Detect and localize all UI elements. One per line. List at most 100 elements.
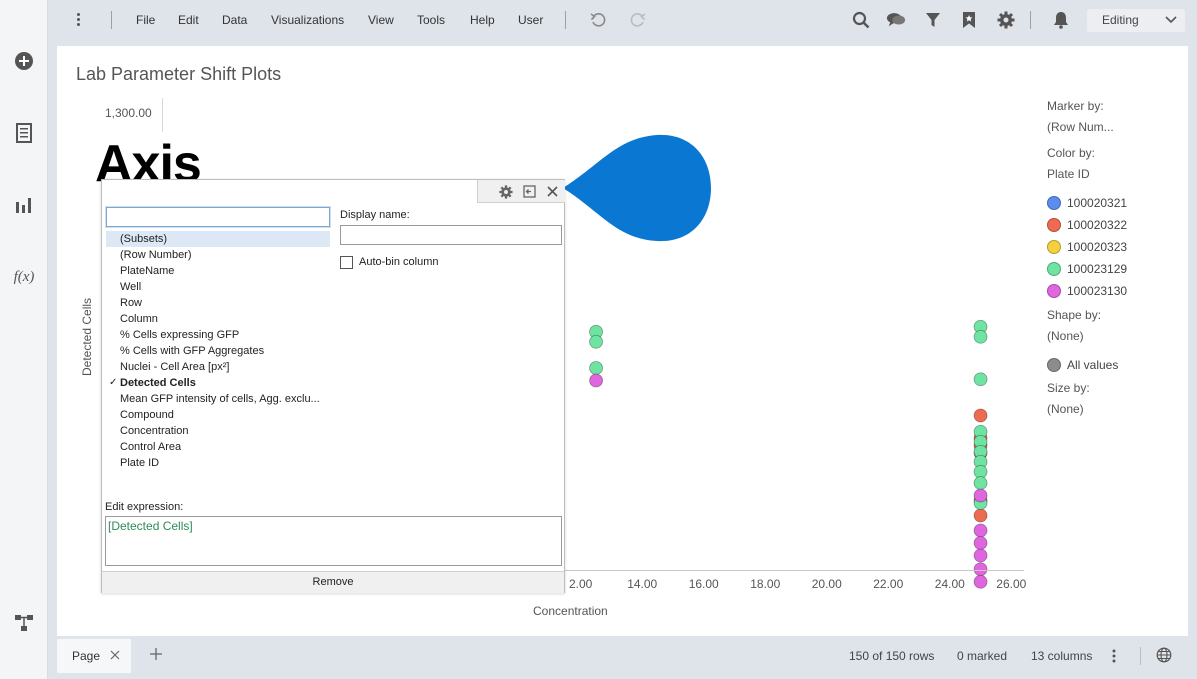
column-list-item[interactable]: Mean GFP intensity of cells, Agg. exclu.… xyxy=(106,391,330,407)
column-list-item[interactable]: ✓ Detected Cells xyxy=(106,375,330,391)
menu-user[interactable]: User xyxy=(518,13,543,27)
scatter-point[interactable] xyxy=(973,434,988,449)
x-tick-label: 18.00 xyxy=(750,577,781,591)
menu-view[interactable]: View xyxy=(368,13,394,27)
marker-by-label: Marker by: xyxy=(1047,99,1104,113)
scatter-point[interactable] xyxy=(973,536,988,550)
add-page-icon[interactable] xyxy=(149,647,163,661)
legend-item[interactable]: 100020321 xyxy=(1047,192,1182,214)
column-list-item[interactable]: % Cells with GFP Aggregates xyxy=(106,343,330,359)
menu-tools[interactable]: Tools xyxy=(417,13,445,27)
column-list-item[interactable]: Concentration xyxy=(106,423,330,439)
redo-icon[interactable] xyxy=(628,10,648,30)
scatter-point[interactable] xyxy=(589,361,603,375)
data-flow-icon[interactable] xyxy=(12,611,36,635)
x-axis-label[interactable]: Concentration xyxy=(533,604,608,618)
close-icon[interactable] xyxy=(109,649,121,661)
column-list-item[interactable]: Well xyxy=(106,279,330,295)
scatter-point[interactable] xyxy=(973,493,988,508)
notifications-icon[interactable] xyxy=(1051,10,1071,30)
add-icon[interactable] xyxy=(12,49,36,73)
more-options-icon[interactable] xyxy=(1111,648,1119,664)
auto-bin-checkbox[interactable] xyxy=(340,256,353,269)
column-list-item-label: Row xyxy=(120,297,143,309)
scatter-point[interactable] xyxy=(973,319,988,334)
scatter-point[interactable] xyxy=(973,476,988,490)
search-icon[interactable] xyxy=(851,10,871,30)
column-list-item[interactable]: Column xyxy=(106,311,330,327)
scatter-point[interactable] xyxy=(973,372,988,387)
expression-editor[interactable]: [Detected Cells] xyxy=(105,516,562,566)
settings-icon[interactable] xyxy=(498,184,513,199)
scatter-point[interactable] xyxy=(973,523,988,538)
shape-by-label: Shape by: xyxy=(1047,308,1102,322)
filter-icon[interactable] xyxy=(923,10,943,30)
scatter-point[interactable] xyxy=(973,438,988,453)
legend-item[interactable]: 100023130 xyxy=(1047,280,1182,302)
undo-icon[interactable] xyxy=(588,10,608,30)
display-name-input[interactable] xyxy=(340,225,562,245)
menu-file[interactable]: File xyxy=(136,13,155,27)
menu-separator xyxy=(111,11,112,29)
column-list-item[interactable]: Compound xyxy=(106,407,330,423)
legend-item[interactable]: 100023129 xyxy=(1047,258,1182,280)
gear-icon[interactable] xyxy=(996,10,1016,30)
scatter-point[interactable] xyxy=(973,508,988,523)
scatter-point[interactable] xyxy=(973,424,988,439)
scatter-point[interactable] xyxy=(589,324,603,339)
legend-item[interactable]: 100020322 xyxy=(1047,214,1182,236)
menu-visualizations[interactable]: Visualizations xyxy=(271,13,344,27)
scatter-point[interactable] xyxy=(589,373,603,388)
remove-button[interactable]: Remove xyxy=(102,571,564,593)
column-list-item-label: Nuclei - Cell Area [px²] xyxy=(120,361,230,373)
app-menu-icon[interactable] xyxy=(74,12,82,28)
check-icon: ✓ xyxy=(109,377,118,388)
scatter-point[interactable] xyxy=(589,334,603,349)
column-list-item[interactable]: (Row Number) xyxy=(106,247,330,263)
menu-edit[interactable]: Edit xyxy=(178,13,199,27)
scatter-point[interactable] xyxy=(973,548,988,563)
row-count: 150 of 150 rows xyxy=(849,649,935,663)
scatter-point[interactable] xyxy=(973,444,988,459)
close-icon[interactable] xyxy=(545,184,560,199)
scatter-point[interactable] xyxy=(973,574,988,589)
data-table-icon[interactable] xyxy=(12,121,36,145)
scatter-point[interactable] xyxy=(973,454,988,469)
column-list-item[interactable]: Row xyxy=(106,295,330,311)
legend-item-all-values[interactable]: All values xyxy=(1047,354,1182,376)
marker-by-value[interactable]: (Row Num... xyxy=(1047,119,1182,145)
bookmark-icon[interactable] xyxy=(959,10,979,30)
menu-data[interactable]: Data xyxy=(222,13,247,27)
page-tab[interactable]: Page xyxy=(57,639,131,673)
legend-label: 100023129 xyxy=(1067,262,1128,276)
scatter-point[interactable] xyxy=(973,496,988,510)
scatter-point[interactable] xyxy=(973,431,988,445)
menu-help[interactable]: Help xyxy=(470,13,495,27)
function-icon[interactable]: f(x) xyxy=(12,265,36,289)
column-list-item[interactable]: PlateName xyxy=(106,263,330,279)
color-by-value[interactable]: Plate ID xyxy=(1047,166,1182,192)
page-tab-label: Page xyxy=(72,649,101,663)
globe-icon[interactable] xyxy=(1156,647,1172,666)
column-list-item[interactable]: Plate ID xyxy=(106,455,330,471)
column-search-input[interactable] xyxy=(105,206,331,228)
scatter-point[interactable] xyxy=(973,329,988,344)
column-list-item-label: Concentration xyxy=(120,425,189,437)
y-axis-label[interactable]: Detected Cells xyxy=(80,298,94,376)
scatter-point[interactable] xyxy=(973,488,988,503)
bar-chart-icon[interactable] xyxy=(12,193,36,217)
scatter-point[interactable] xyxy=(973,446,988,460)
column-list-item[interactable]: (Subsets) xyxy=(106,231,330,247)
comments-icon[interactable] xyxy=(886,10,906,30)
column-list-item[interactable]: % Cells expressing GFP xyxy=(106,327,330,343)
scatter-point[interactable] xyxy=(973,408,988,423)
column-list-item-label: PlateName xyxy=(120,265,175,277)
scatter-point[interactable] xyxy=(973,464,988,479)
legend-item[interactable]: 100020323 xyxy=(1047,236,1182,258)
shape-by-value[interactable]: (None) xyxy=(1047,328,1182,354)
mode-select[interactable]: Editing xyxy=(1087,9,1185,32)
column-list-item[interactable]: Nuclei - Cell Area [px²] xyxy=(106,359,330,375)
size-by-value[interactable]: (None) xyxy=(1047,401,1182,427)
pop-out-icon[interactable] xyxy=(522,184,537,199)
column-list-item[interactable]: Control Area xyxy=(106,439,330,455)
